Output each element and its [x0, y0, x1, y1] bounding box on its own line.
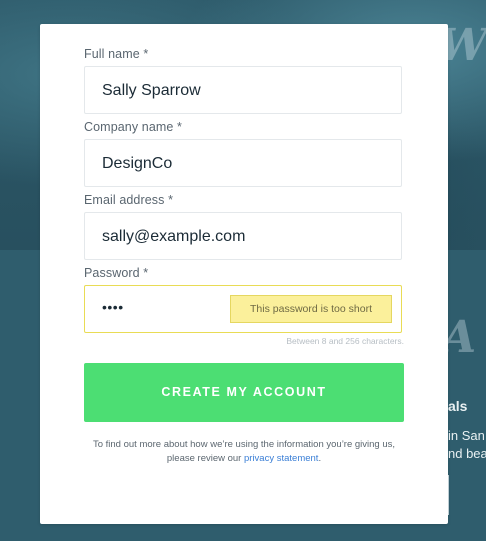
full-name-label: Full name * [84, 47, 149, 61]
footnote-text: To find out more about how we’re using t… [92, 439, 396, 450]
email-label: Email address * [84, 193, 174, 207]
background-text: in San [448, 428, 485, 443]
full-name-field[interactable]: Sally Sparrow [84, 66, 402, 114]
email-value: sally@example.com [102, 228, 246, 245]
company-name-value: DesignCo [102, 155, 173, 172]
password-hint: Between 8 and 256 characters. [286, 336, 404, 346]
password-field[interactable]: •••• This password is too short [84, 285, 402, 333]
password-label: Password * [84, 266, 149, 280]
password-error-tooltip: This password is too short [230, 295, 392, 323]
signup-card: Full name * Sally Sparrow Company name *… [40, 24, 448, 524]
footnote-text: . [318, 452, 322, 464]
background-text: nd beau [448, 446, 486, 461]
create-account-button[interactable]: CREATE MY ACCOUNT [84, 363, 404, 422]
background-heading: als [448, 398, 468, 414]
password-value: •••• [102, 299, 124, 315]
email-field[interactable]: sally@example.com [84, 212, 402, 260]
privacy-footnote: To find out more about how we’re using t… [70, 438, 418, 465]
privacy-statement-link[interactable]: privacy statement [244, 453, 318, 464]
company-name-field[interactable]: DesignCo [84, 139, 402, 187]
company-name-label: Company name * [84, 120, 182, 134]
footnote-text: please review our [166, 452, 244, 464]
full-name-value: Sally Sparrow [102, 82, 201, 99]
